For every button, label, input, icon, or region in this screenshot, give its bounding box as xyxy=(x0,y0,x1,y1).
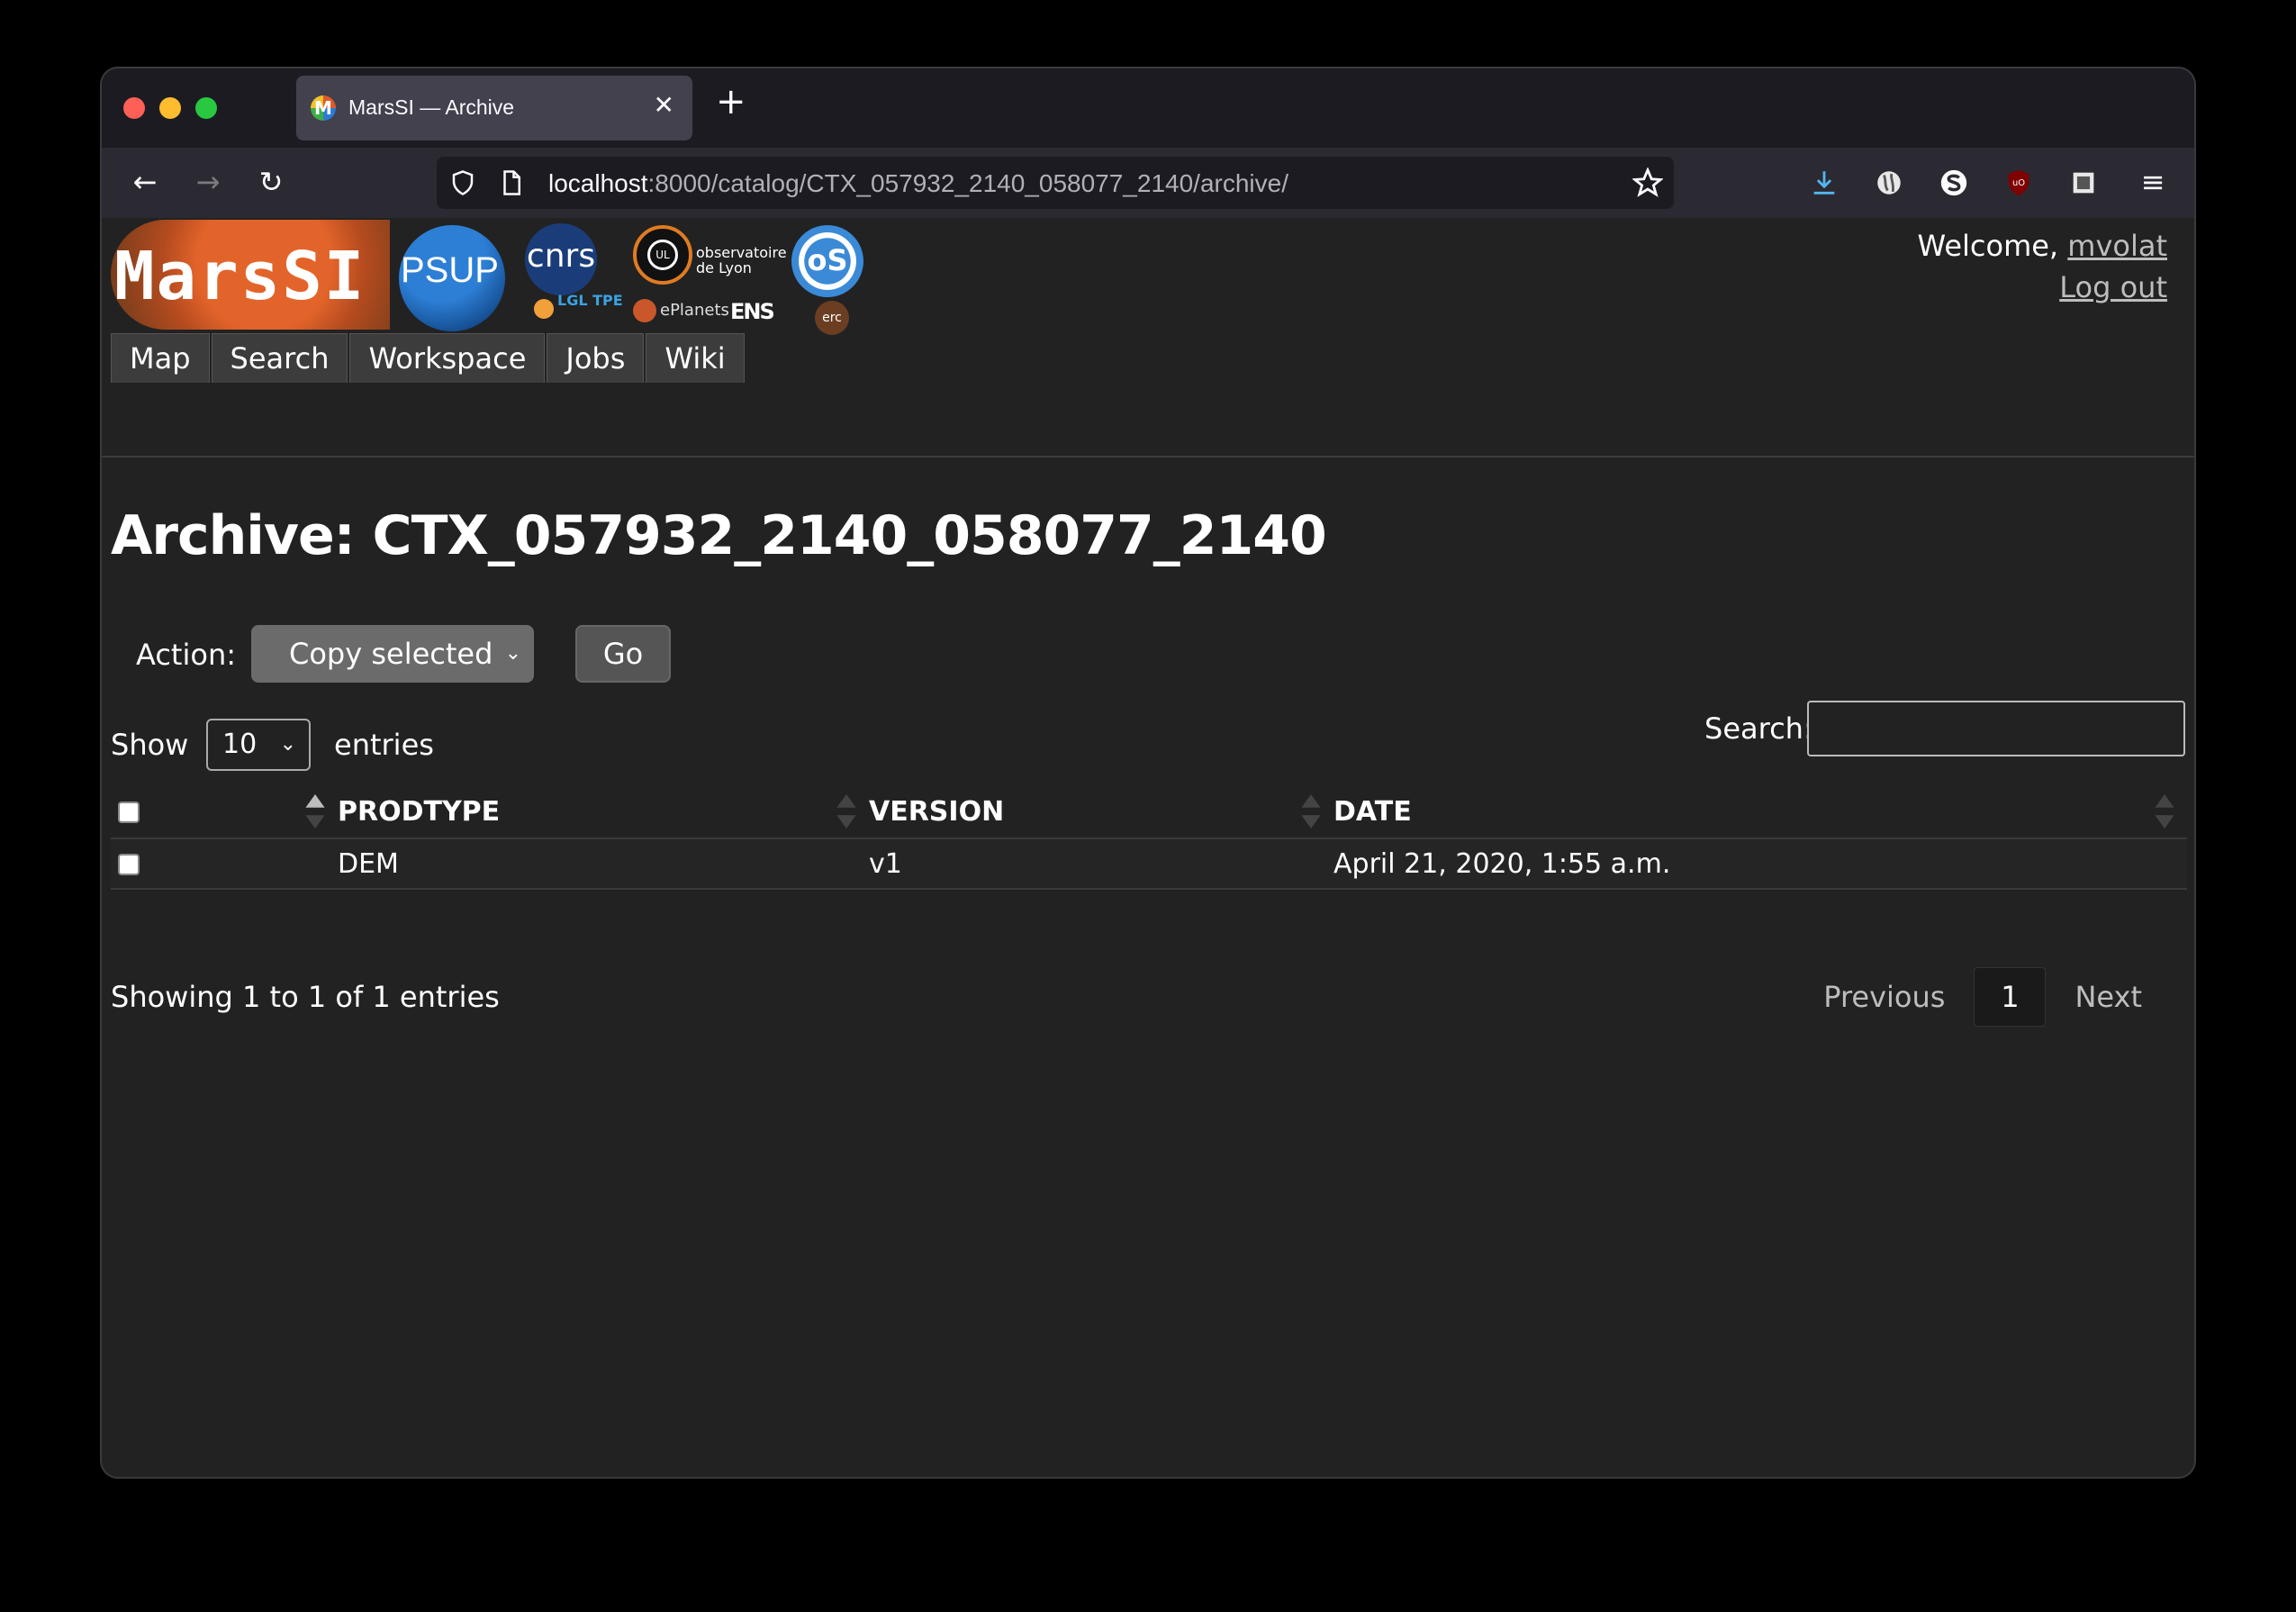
ublock-icon[interactable]: uO xyxy=(2003,168,2034,198)
column-header-version[interactable]: VERSION xyxy=(869,785,1333,839)
web-page: MarsSI PSUP cnrs LGL TPE UL observatoire… xyxy=(102,218,2194,1477)
marssi-favicon-icon: M xyxy=(311,95,336,121)
row-select-cell xyxy=(111,838,338,890)
sort-both-icon xyxy=(836,794,856,829)
close-window-button[interactable] xyxy=(123,97,145,119)
back-arrow-icon[interactable]: ← xyxy=(127,164,163,200)
nav-tab-workspace[interactable]: Workspace xyxy=(349,333,546,383)
tab-strip: M MarsSI — Archive ✕ + xyxy=(102,68,2194,148)
observatoire-badge: UL xyxy=(647,240,678,270)
url-bar[interactable]: localhost:8000/catalog/CTX_057932_2140_0… xyxy=(437,157,1674,209)
page-1-button[interactable]: 1 xyxy=(1974,967,2047,1027)
next-page-button[interactable]: Next xyxy=(2046,980,2171,1014)
bookmark-star-icon[interactable] xyxy=(1632,168,1663,198)
show-label: Show xyxy=(111,728,189,762)
observatoire-text: observatoire de Lyon xyxy=(696,244,787,276)
nav-tab-search[interactable]: Search xyxy=(211,333,348,383)
welcome-text: Welcome, xyxy=(1917,229,2059,263)
extension-globe-icon[interactable] xyxy=(1874,168,1904,198)
forward-arrow-icon[interactable]: → xyxy=(190,164,226,200)
sort-both-icon xyxy=(2155,794,2174,829)
maximize-window-button[interactable] xyxy=(195,97,217,119)
action-selected-value: Copy selected xyxy=(289,637,493,671)
table-info: Showing 1 to 1 of 1 entries xyxy=(111,980,500,1014)
pagination: Previous 1 Next xyxy=(1794,967,2171,1027)
eplanets-logo-text: ePlanets xyxy=(660,301,729,320)
date-cell: April 21, 2020, 1:55 a.m. xyxy=(1333,838,2187,890)
cnrs-logo: cnrs xyxy=(525,223,597,295)
page-length-value: 10 xyxy=(222,729,258,760)
entries-label: entries xyxy=(334,728,434,762)
browser-tab[interactable]: M MarsSI — Archive ✕ xyxy=(296,76,692,140)
archive-table: PRODTYPE VERSION DATE DEM v1 April 21, 2… xyxy=(111,785,2187,890)
previous-page-button[interactable]: Previous xyxy=(1794,980,1974,1014)
svg-text:uO: uO xyxy=(2012,178,2025,188)
marssi-logo-text: MarsSI xyxy=(114,238,366,315)
extension-box-icon[interactable] xyxy=(2068,168,2099,198)
osu-logo: oS xyxy=(791,225,863,297)
prodtype-cell: DEM xyxy=(338,838,869,890)
page-info-icon[interactable] xyxy=(498,169,525,196)
sort-both-icon xyxy=(1301,794,1321,829)
minimize-window-button[interactable] xyxy=(159,97,181,119)
date-header-label: DATE xyxy=(1333,795,1412,828)
user-tools: Welcome, mvolat Log out xyxy=(1918,225,2167,308)
close-tab-icon[interactable]: ✕ xyxy=(654,90,674,120)
nav-tab-jobs[interactable]: Jobs xyxy=(547,333,645,383)
chevron-down-icon: ⌄ xyxy=(504,642,521,665)
url-host: localhost xyxy=(548,169,648,197)
logout-link[interactable]: Log out xyxy=(2059,270,2167,304)
erc-logo: erc xyxy=(815,301,849,335)
lgl-logo-text: LGL TPE xyxy=(557,292,623,309)
version-header-label: VERSION xyxy=(869,795,1005,828)
username-link[interactable]: mvolat xyxy=(2067,229,2167,263)
menu-hamburger-icon[interactable]: ≡ xyxy=(2135,164,2171,200)
row-checkbox[interactable] xyxy=(118,854,140,875)
nav-tab-map[interactable]: Map xyxy=(111,333,210,383)
url-text[interactable]: localhost:8000/catalog/CTX_057932_2140_0… xyxy=(548,169,1288,198)
downloads-icon[interactable] xyxy=(1809,168,1840,198)
action-label: Action: xyxy=(136,638,236,672)
page-length-select[interactable]: 10 ⌄ xyxy=(206,719,311,771)
select-all-header xyxy=(111,785,338,839)
sort-asc-icon[interactable] xyxy=(305,794,325,829)
eplanets-logo-icon xyxy=(633,299,656,322)
lgl-logo-icon xyxy=(534,299,554,319)
chevron-down-icon: ⌄ xyxy=(279,733,296,756)
reload-icon[interactable]: ↻ xyxy=(253,164,289,200)
shield-icon[interactable] xyxy=(449,169,476,196)
browser-window: M MarsSI — Archive ✕ + ← → ↻ localhost:8… xyxy=(102,68,2194,1477)
select-all-checkbox[interactable] xyxy=(118,801,140,823)
go-button[interactable]: Go xyxy=(575,625,671,683)
search-input[interactable] xyxy=(1807,701,2185,756)
search-label: Search: xyxy=(1704,711,1813,746)
main-nav: Map Search Workspace Jobs Wiki xyxy=(111,333,746,384)
nav-tab-wiki[interactable]: Wiki xyxy=(646,333,745,383)
column-header-date[interactable]: DATE xyxy=(1333,785,2187,839)
page-title: Archive: CTX_057932_2140_058077_2140 xyxy=(111,504,1327,567)
action-select[interactable]: Copy selected ⌄ xyxy=(251,625,534,683)
url-path: :8000/catalog/CTX_057932_2140_058077_214… xyxy=(647,169,1288,197)
ens-logo: ENS xyxy=(730,299,775,324)
table-header-row: PRODTYPE VERSION DATE xyxy=(111,785,2187,839)
site-header: MarsSI PSUP cnrs LGL TPE UL observatoire… xyxy=(102,218,2194,457)
column-header-prodtype[interactable]: PRODTYPE xyxy=(338,785,869,839)
table-row[interactable]: DEM v1 April 21, 2020, 1:55 a.m. xyxy=(111,838,2187,890)
extension-s-icon[interactable] xyxy=(1939,168,1969,198)
version-cell: v1 xyxy=(869,838,1333,890)
tab-title: MarsSI — Archive xyxy=(348,95,515,119)
psup-logo-text: PSUP xyxy=(401,250,499,290)
new-tab-button[interactable]: + xyxy=(716,81,746,122)
prodtype-header-label: PRODTYPE xyxy=(338,795,501,828)
navigation-toolbar: ← → ↻ localhost:8000/catalog/CTX_057932_… xyxy=(102,148,2194,218)
